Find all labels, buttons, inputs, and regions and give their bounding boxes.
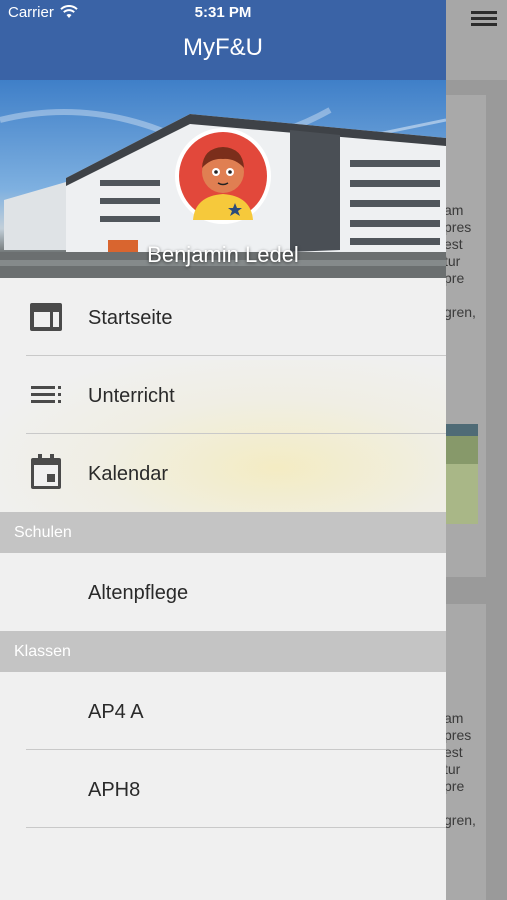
avatar[interactable]	[175, 128, 271, 224]
card-image	[444, 424, 478, 524]
menu-item-aph8[interactable]: APH8	[0, 750, 446, 828]
section-header-label: Klassen	[14, 643, 71, 660]
section-header-klassen: Klassen	[0, 631, 446, 672]
menu-item-label: Unterricht	[88, 385, 175, 407]
menu-item-label: APH8	[88, 779, 141, 801]
user-avatar-icon	[179, 132, 267, 220]
app-title: MyF&U	[183, 34, 263, 61]
menu-item-label: Altenpflege	[88, 582, 189, 604]
menu-item-altenpflege[interactable]: Altenpflege	[0, 553, 446, 631]
menu-item-kalendar[interactable]: Kalendar	[0, 434, 446, 512]
card-text: am pres est tur pre gren,	[444, 710, 476, 828]
calendar-icon	[31, 454, 61, 489]
menu-item-ap4a[interactable]: AP4 A	[0, 672, 446, 750]
hamburger-menu-icon[interactable]	[471, 8, 497, 29]
menu-item-label: Kalendar	[88, 463, 169, 485]
navbar: Carrier 5:31 PM MyF&U	[0, 0, 446, 80]
drawer-menu: Startseite Unterricht Kalendar Schulen A…	[0, 278, 446, 828]
menu-item-label: Startseite	[88, 307, 173, 329]
menu-item-startseite[interactable]: Startseite	[0, 278, 446, 356]
user-name: Benjamin Ledel	[147, 242, 299, 267]
dashboard-icon	[30, 303, 62, 331]
navigation-drawer: Carrier 5:31 PM MyF&U Benjamin Ledel Sta…	[0, 0, 446, 900]
status-time: 5:31 PM	[194, 4, 252, 21]
card-text: am pres est tur pre gren,	[444, 202, 476, 320]
section-header-schulen: Schulen	[0, 512, 446, 553]
list-icon	[31, 386, 61, 403]
section-header-label: Schulen	[14, 524, 72, 541]
menu-item-unterricht[interactable]: Unterricht	[0, 356, 446, 434]
divider	[26, 827, 446, 828]
menu-item-label: AP4 A	[88, 701, 144, 723]
